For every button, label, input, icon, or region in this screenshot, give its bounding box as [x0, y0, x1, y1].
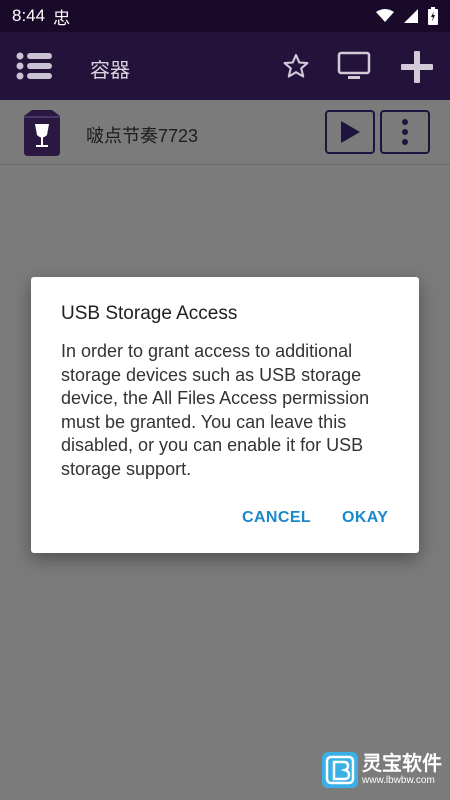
more-options-button[interactable]	[380, 110, 430, 154]
status-time: 8:44	[12, 6, 46, 25]
watermark-name: 灵宝软件	[362, 753, 442, 775]
wine-icon	[24, 110, 60, 156]
dialog-title: USB Storage Access	[61, 303, 238, 324]
watermark-text: 灵宝软件 www.lbwbw.com	[362, 753, 442, 787]
app-bar: 容器	[0, 32, 450, 100]
watermark-logo-icon	[322, 752, 358, 788]
signal-icon	[404, 9, 418, 23]
play-icon	[341, 121, 360, 143]
tv-icon[interactable]	[336, 50, 372, 82]
wifi-icon	[376, 9, 394, 22]
list-item[interactable]: 啵点节奏7723	[0, 100, 450, 165]
status-left: 8:44 忠	[12, 4, 70, 29]
notification-glyph: 忠	[53, 8, 71, 28]
dialog-message: In order to grant access to additional s…	[61, 341, 370, 479]
container-name: 啵点节奏7723	[86, 126, 199, 146]
star-icon[interactable]	[282, 52, 310, 80]
usb-access-dialog: USB Storage Access In order to grant acc…	[31, 277, 419, 553]
status-bar: 8:44 忠	[0, 0, 450, 32]
menu-icon[interactable]	[16, 52, 52, 80]
app-bar-title: 容器	[90, 60, 130, 82]
watermark: 灵宝软件 www.lbwbw.com	[322, 752, 442, 788]
plus-icon[interactable]	[398, 48, 436, 86]
battery-icon	[428, 7, 438, 25]
cancel-button[interactable]: CANCEL	[242, 509, 311, 527]
watermark-url: www.lbwbw.com	[362, 775, 435, 786]
status-right	[376, 7, 438, 25]
okay-button[interactable]: OKAY	[342, 509, 388, 527]
play-button[interactable]	[325, 110, 375, 154]
more-vertical-icon	[402, 119, 408, 145]
